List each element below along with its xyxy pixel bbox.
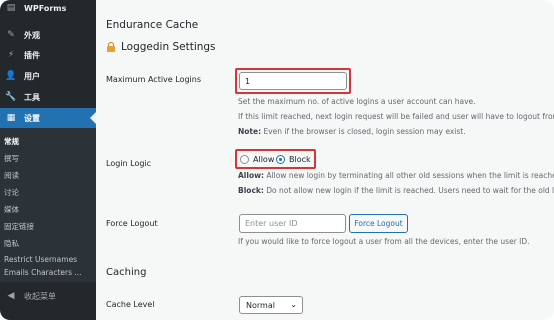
login-logic-block-desc: Block: Do not allow new login if the lim… [238, 186, 554, 195]
block-text: Do not allow new login if the limit is r… [263, 186, 554, 195]
submenu-item-media[interactable]: 媒体 [4, 204, 19, 215]
sidebar-item-appearance[interactable]: ✎ 外观 [0, 25, 96, 45]
sidebar-item-wpforms[interactable]: ▤ WPForms [0, 0, 96, 18]
admin-sidebar: ▤ WPForms ✎ 外观 ⚡ 插件 👤 用户 🔧 工具 ▦ 设置 常规 撰写… [0, 0, 96, 320]
radio-block[interactable] [276, 155, 285, 164]
wpforms-icon: ▤ [6, 3, 16, 13]
allow-bold: Allow: [238, 171, 265, 180]
sidebar-item-plugins[interactable]: ⚡ 插件 [0, 45, 96, 65]
radio-block-label[interactable]: Block [289, 155, 311, 164]
sidebar-item-label: 插件 [24, 50, 40, 60]
submenu-item-reading[interactable]: 阅读 [4, 170, 19, 181]
settings-title-text: Loggedin Settings [121, 41, 216, 53]
sidebar-item-label: WPForms [24, 3, 67, 13]
cache-level-label: Cache Level [106, 300, 155, 309]
submenu-item-discussion[interactable]: 讨论 [4, 187, 19, 198]
collapse-menu-button[interactable]: ◀ 收起菜单 [0, 286, 96, 306]
login-logic-label: Login Logic [106, 159, 152, 168]
chevron-down-icon: ⌄ [290, 300, 297, 309]
submenu-item-writing[interactable]: 撰写 [4, 153, 19, 164]
user-id-input[interactable]: Enter user ID [239, 214, 346, 233]
submenu-item-restrict-usernames[interactable]: Restrict Usernames [4, 255, 77, 264]
note-bold: Note: [238, 127, 262, 136]
submenu-item-permalinks[interactable]: 固定链接 [4, 221, 34, 232]
sidebar-item-users[interactable]: 👤 用户 [0, 66, 96, 86]
allow-text: Allow new login by terminating all other… [264, 171, 554, 180]
section-title: Endurance Cache [106, 19, 199, 31]
max-logins-desc-limit: If this limit reached, next login reques… [238, 112, 554, 121]
force-logout-desc: If you would like to force logout a user… [238, 237, 530, 246]
highlight-box-max-logins [235, 68, 351, 94]
max-logins-note: Note: Even if the browser is closed, log… [238, 127, 466, 136]
settings-submenu: 常规 撰写 阅读 讨论 媒体 固定链接 隐私 Restrict Username… [0, 128, 96, 282]
settings-title: Loggedin Settings [106, 41, 216, 53]
cache-level-select[interactable]: Normal ⌄ [239, 296, 303, 314]
note-text: Even if the browser is closed, login ses… [261, 127, 466, 136]
plugin-icon: ⚡ [7, 50, 15, 60]
lock-icon [106, 42, 116, 52]
caching-title: Caching [106, 267, 147, 278]
max-logins-label: Maximum Active Logins [106, 75, 201, 84]
submenu-item-general[interactable]: 常规 [4, 136, 19, 147]
wrench-icon: 🔧 [5, 92, 17, 102]
submenu-item-privacy[interactable]: 隐私 [4, 238, 19, 249]
sidebar-item-label: 用户 [24, 71, 40, 81]
block-bold: Block: [238, 186, 264, 195]
submenu-item-emails-characters[interactable]: Emails Characters ... [4, 268, 82, 277]
sidebar-item-label: 设置 [24, 113, 40, 123]
sidebar-item-label: 工具 [24, 92, 40, 102]
radio-allow[interactable] [240, 155, 249, 164]
collapse-icon: ◀ [7, 291, 15, 301]
settings-icon: ▦ [6, 113, 16, 123]
force-logout-button[interactable]: Force Logout [349, 214, 408, 233]
login-logic-allow-desc: Allow: Allow new login by terminating al… [238, 171, 554, 180]
settings-content: Endurance Cache Loggedin Settings Maximu… [96, 0, 554, 320]
screenshot-frame: ▤ WPForms ✎ 外观 ⚡ 插件 👤 用户 🔧 工具 ▦ 设置 常规 撰写… [0, 0, 554, 320]
radio-allow-label[interactable]: Allow [253, 155, 274, 164]
sidebar-item-label: 外观 [24, 30, 40, 40]
sidebar-item-tools[interactable]: 🔧 工具 [0, 87, 96, 107]
paintbrush-icon: ✎ [7, 30, 15, 40]
collapse-menu-label: 收起菜单 [24, 291, 56, 301]
force-logout-label: Force Logout [106, 219, 158, 228]
max-logins-desc: Set the maximum no. of active logins a u… [238, 97, 476, 106]
sidebar-item-settings[interactable]: ▦ 设置 [0, 108, 96, 128]
users-icon: 👤 [5, 71, 17, 81]
cache-level-value: Normal [246, 300, 275, 310]
